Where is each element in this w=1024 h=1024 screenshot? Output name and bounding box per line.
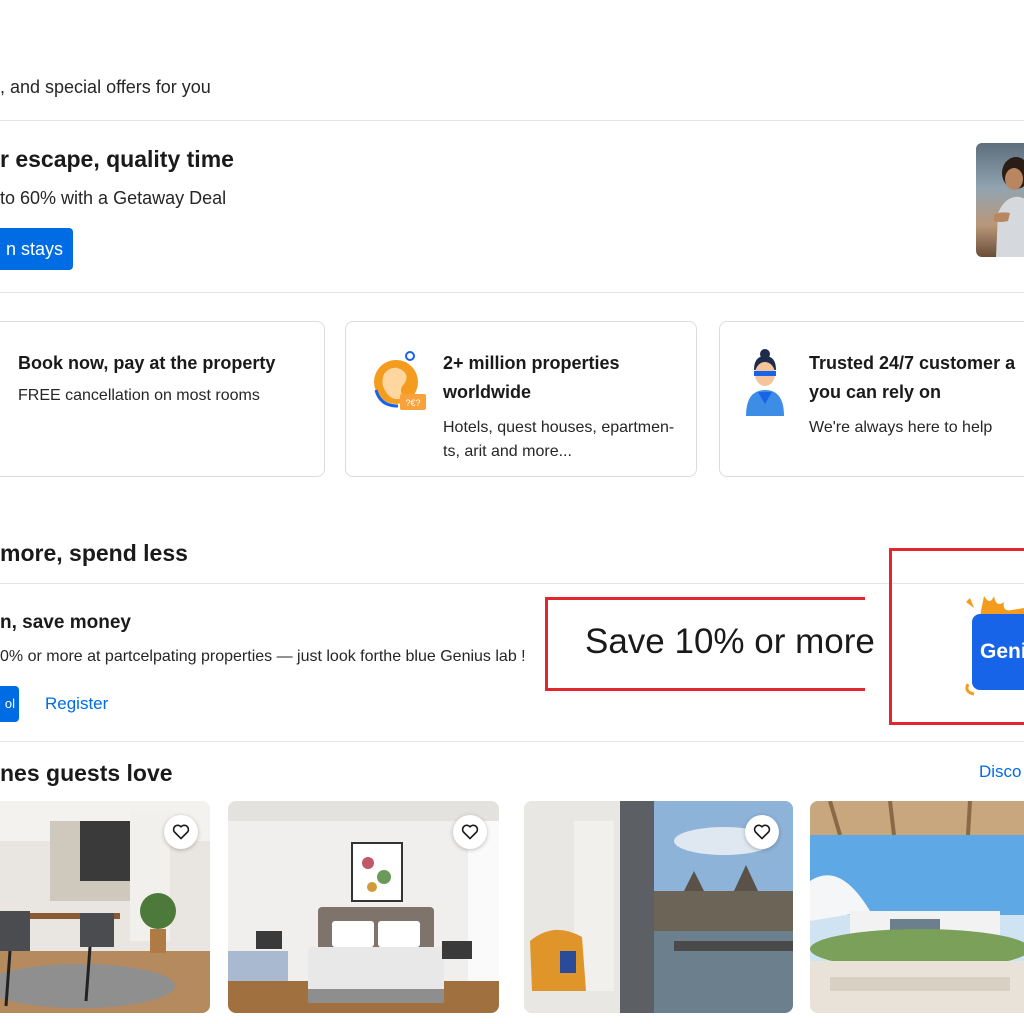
- support-agent-icon: [746, 349, 784, 416]
- feature-title: Book now, pay at the property: [18, 353, 276, 373]
- divider: [0, 583, 1024, 584]
- heart-icon: [461, 824, 479, 840]
- person-silhouette: [994, 157, 1024, 257]
- feature-description: We're always here to help: [809, 419, 993, 436]
- save-callout-highlight: Save 10% or more: [545, 597, 875, 691]
- heart-icon: [753, 824, 771, 840]
- genius-section-title: more, spend less: [0, 540, 188, 566]
- divider: [0, 120, 1024, 121]
- find-stays-button[interactable]: n stays: [0, 228, 73, 270]
- discover-link[interactable]: Disco: [979, 762, 1022, 782]
- save-callout-text: Save 10% or more: [585, 622, 875, 661]
- hotel-bedroom-photo[interactable]: [228, 801, 499, 1013]
- feature-title-line-2: worldwide: [443, 382, 532, 402]
- feature-card-customer-support: Trusted 24/7 customer a you can rely on …: [719, 321, 1024, 477]
- feature-title-line-2: you can rely on: [809, 382, 942, 402]
- promo-text: to 60% with a Getaway Deal: [0, 188, 227, 208]
- kitchen-dining-photo[interactable]: [0, 801, 210, 1013]
- save-to-wishlist-button[interactable]: [164, 815, 198, 849]
- promo-photo: [976, 143, 1024, 257]
- heart-icon: [172, 824, 190, 840]
- promo-title: r escape, quality time: [0, 146, 234, 172]
- terrace-pool-image: [810, 801, 1024, 1013]
- register-link[interactable]: Register: [45, 694, 108, 714]
- genius-badge: Genius: [972, 614, 1024, 690]
- globe-icon: ?€?: [374, 351, 426, 410]
- page-subtitle: , and special offers for you: [0, 77, 211, 97]
- feature-description: Hotels, quest houses, epartmen-: [443, 419, 675, 436]
- feature-title: 2+ million properties: [443, 353, 620, 373]
- feature-card-pay-at-property: Book now, pay at the property FREE cance…: [0, 321, 325, 477]
- globe-badge-text: ?€?: [405, 398, 420, 408]
- sign-in-button[interactable]: ol: [0, 686, 19, 722]
- genius-title: n, save money: [0, 612, 131, 633]
- city-view-lounge-photo[interactable]: [524, 801, 793, 1013]
- feature-description-line-2: ts, arit and more...: [443, 443, 572, 460]
- save-to-wishlist-button[interactable]: [453, 815, 487, 849]
- divider: [0, 741, 1024, 742]
- save-to-wishlist-button[interactable]: [745, 815, 779, 849]
- genius-text: 0% or more at partcelpating properties —…: [0, 648, 526, 665]
- divider: [0, 292, 1024, 293]
- feature-card-properties-worldwide: ?€? 2+ million properties worldwide Hote…: [345, 321, 697, 477]
- feature-description: FREE cancellation on most rooms: [18, 387, 260, 404]
- homes-section-title: nes guests love: [0, 760, 173, 786]
- feature-title: Trusted 24/7 customer a: [809, 353, 1016, 373]
- terrace-pool-photo[interactable]: [810, 801, 1024, 1013]
